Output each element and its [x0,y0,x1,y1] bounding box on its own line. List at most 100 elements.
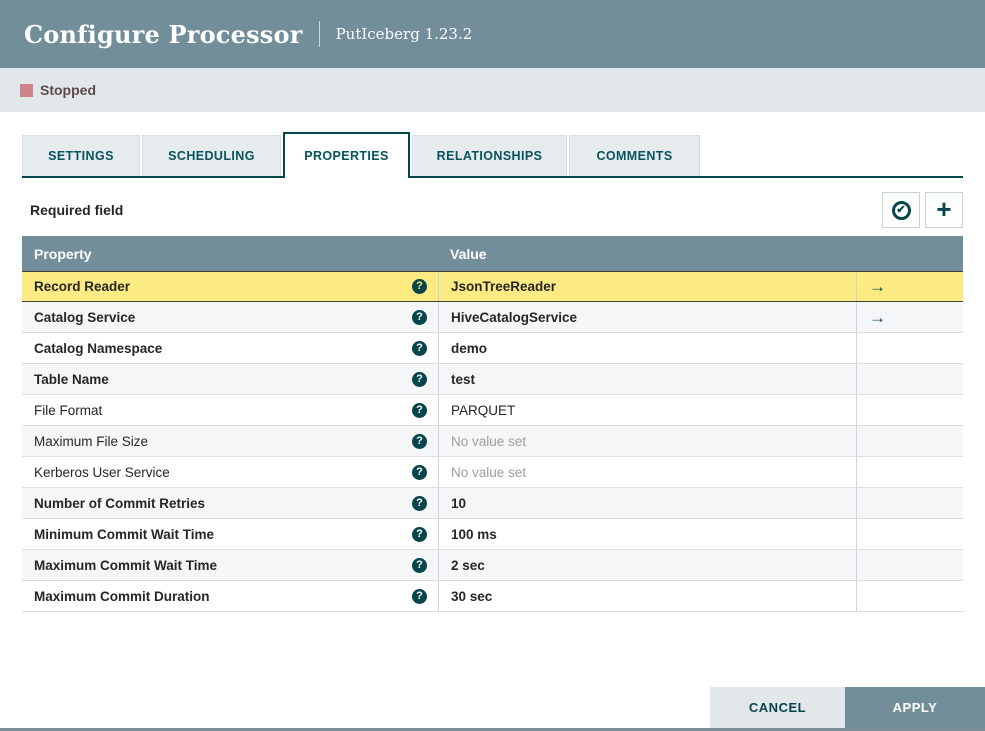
title-divider [318,21,320,47]
table-row[interactable]: Minimum Commit Wait Time? 100 ms [22,519,963,550]
property-name: Number of Commit Retries [34,495,206,511]
help-question-icon[interactable]: ? [412,309,427,325]
property-cell: Maximum File Size? [22,426,438,456]
actions-cell [856,519,963,549]
actions-cell [856,364,963,394]
go-to-service-arrow-icon[interactable]: → [869,278,886,295]
property-name: Maximum File Size [34,433,149,449]
table-row[interactable]: Maximum Commit Duration? 30 sec [22,581,963,612]
value-cell[interactable]: test [438,364,856,394]
tab-relationships[interactable]: RELATIONSHIPS [412,135,567,176]
help-question-icon[interactable]: ? [412,588,427,604]
property-value: HiveCatalogService [451,309,578,325]
table-row[interactable]: Table Name? test [22,364,963,395]
table-row[interactable]: Maximum File Size? No value set [22,426,963,457]
add-property-button[interactable]: + [925,192,963,228]
table-row[interactable]: Catalog Namespace? demo [22,333,963,364]
help-question-icon[interactable]: ? [412,495,427,511]
property-cell: Maximum Commit Wait Time? [22,550,438,580]
property-value: 10 [451,495,467,511]
property-value: 2 sec [451,557,485,573]
actions-cell [856,395,963,425]
column-header-property: Property [34,245,92,262]
property-name: File Format [34,402,103,418]
dialog-title: Configure Processor [24,19,303,49]
property-name: Minimum Commit Wait Time [34,526,215,542]
apply-button[interactable]: APPLY [845,687,985,728]
actions-cell: → [856,272,963,301]
verify-properties-button[interactable]: ✔ [882,192,920,228]
stopped-status-icon [20,83,33,97]
tab-scheduling[interactable]: SCHEDULING [142,135,281,176]
help-question-icon[interactable]: ? [412,526,427,542]
property-name: Maximum Commit Duration [34,588,210,604]
property-cell: Catalog Service? [22,302,438,332]
value-cell[interactable]: No value set [438,457,856,487]
property-value: JsonTreeReader [451,279,557,294]
value-cell[interactable]: 10 [438,488,856,518]
property-value: PARQUET [451,402,516,418]
help-question-icon[interactable]: ? [412,402,427,418]
plus-icon: + [936,193,952,224]
tab-comments[interactable]: COMMENTS [569,135,700,176]
property-name: Kerberos User Service [34,464,170,480]
table-row[interactable]: Kerberos User Service? No value set [22,457,963,488]
actions-cell: → [856,302,963,332]
status-label: Stopped [40,82,96,98]
column-header-value: Value [450,245,487,262]
property-name: Catalog Service [34,309,136,325]
table-row[interactable]: Catalog Service? HiveCatalogService → [22,302,963,333]
actions-cell [856,457,963,487]
property-cell: Kerberos User Service? [22,457,438,487]
properties-table: Property Value Record Reader? JsonTreeRea… [22,236,963,612]
status-bar: Stopped [0,68,985,112]
property-cell: Maximum Commit Duration? [22,581,438,611]
property-value: demo [451,340,488,356]
property-name: Maximum Commit Wait Time [34,557,218,573]
tab-properties[interactable]: PROPERTIES [283,132,410,178]
table-body: Record Reader? JsonTreeReader → Catalog Ser… [22,271,963,612]
property-value: 100 ms [451,526,497,542]
value-cell[interactable]: 30 sec [438,581,856,611]
table-row[interactable]: Record Reader? JsonTreeReader → [22,271,963,302]
help-question-icon[interactable]: ? [412,433,427,449]
tab-settings[interactable]: SETTINGS [22,135,140,176]
property-cell: Number of Commit Retries? [22,488,438,518]
go-to-service-arrow-icon[interactable]: → [869,309,886,326]
value-cell[interactable]: HiveCatalogService [438,302,856,332]
value-cell[interactable]: 100 ms [438,519,856,549]
help-question-icon[interactable]: ? [412,279,427,294]
table-row[interactable]: File Format? PARQUET [22,395,963,426]
property-cell: File Format? [22,395,438,425]
property-value: test [451,371,476,387]
actions-cell [856,581,963,611]
property-cell: Minimum Commit Wait Time? [22,519,438,549]
help-question-icon[interactable]: ? [412,340,427,356]
help-question-icon[interactable]: ? [412,557,427,573]
help-question-icon[interactable]: ? [412,464,427,480]
table-row[interactable]: Number of Commit Retries? 10 [22,488,963,519]
actions-cell [856,488,963,518]
configure-processor-dialog: Configure Processor PutIceberg 1.23.2 St… [0,0,985,731]
value-cell[interactable]: PARQUET [438,395,856,425]
property-value: No value set [451,433,527,449]
help-question-icon[interactable]: ? [412,371,427,387]
property-name: Catalog Namespace [34,340,163,356]
property-cell: Record Reader? [22,272,438,301]
column-header-actions [856,236,963,271]
property-name: Table Name [34,371,109,387]
table-header-row: Property Value [22,236,963,271]
actions-cell [856,426,963,456]
value-cell[interactable]: JsonTreeReader [438,272,856,301]
value-cell[interactable]: No value set [438,426,856,456]
table-row[interactable]: Maximum Commit Wait Time? 2 sec [22,550,963,581]
property-cell: Table Name? [22,364,438,394]
actions-cell [856,333,963,363]
value-cell[interactable]: demo [438,333,856,363]
property-value: No value set [451,464,527,480]
properties-toolbar: Required field ✔ + [22,190,963,230]
cancel-button[interactable]: CANCEL [710,687,845,728]
required-field-label: Required field [30,202,124,218]
property-cell: Catalog Namespace? [22,333,438,363]
value-cell[interactable]: 2 sec [438,550,856,580]
